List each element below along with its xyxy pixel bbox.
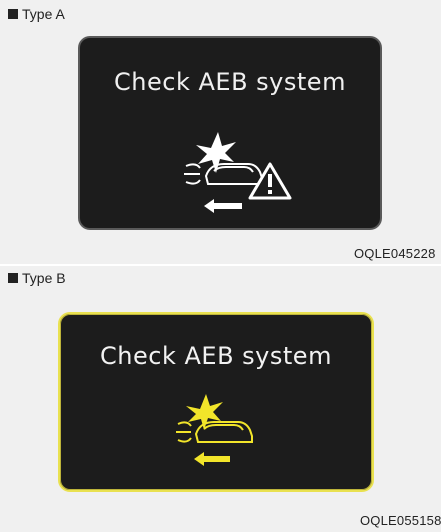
warning-message-a: Check AEB system [114,68,346,96]
aeb-collision-warning-icon [184,132,292,213]
aeb-collision-icon [176,394,253,466]
square-bullet-icon [8,273,18,283]
type-b-label: Type B [8,270,66,286]
warning-message-b: Check AEB system [100,342,332,370]
square-bullet-icon [8,9,18,19]
panel-type-b: Type B Check AEB system OQLE055158 [0,266,441,532]
panel-type-a: Type A Check AEB system OQLE045228 [0,0,441,264]
figure-code-a: OQLE045228 [354,246,436,261]
figure-code-b: OQLE055158 [360,513,441,528]
type-a-label: Type A [8,6,65,22]
type-a-label-text: Type A [22,6,65,22]
type-b-label-text: Type B [22,270,66,286]
